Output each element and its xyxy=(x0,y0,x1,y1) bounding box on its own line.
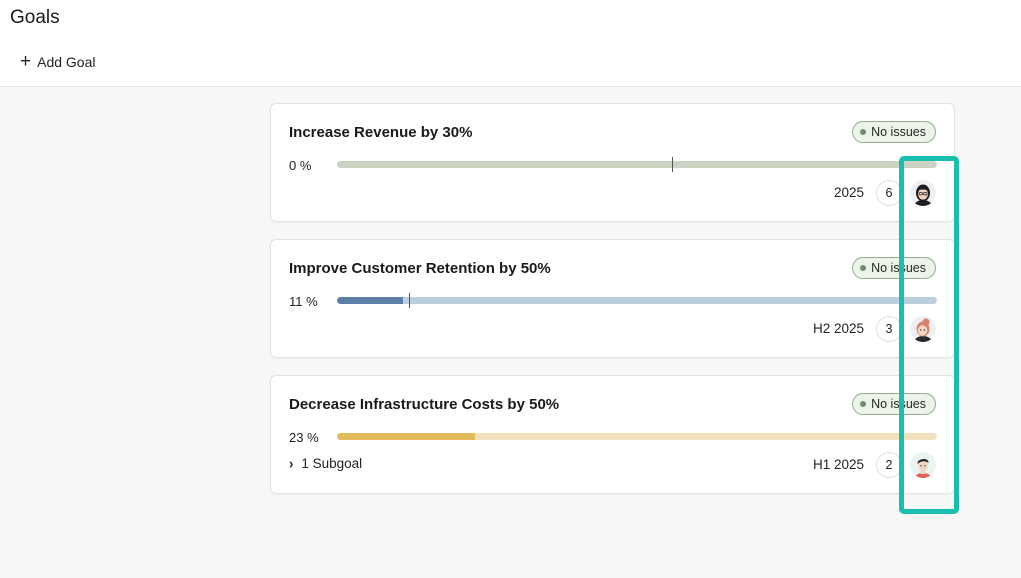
progress-bar xyxy=(337,297,937,304)
goal-card[interactable]: Decrease Infrastructure Costs by 50% No … xyxy=(270,375,955,494)
progress-bar xyxy=(337,433,937,440)
status-label: No issues xyxy=(871,125,926,139)
goal-title[interactable]: Improve Customer Retention by 50% xyxy=(289,260,551,277)
goal-period: H1 2025 xyxy=(812,457,864,472)
subitem-count[interactable]: 2 xyxy=(876,452,902,478)
chevron-right-icon: › xyxy=(289,455,294,472)
subitem-count[interactable]: 6 xyxy=(876,180,902,206)
goal-card[interactable]: Increase Revenue by 30% No issues 0 % 20… xyxy=(270,103,955,222)
status-dot-icon xyxy=(860,265,867,271)
progress-fill xyxy=(337,297,403,304)
goal-title[interactable]: Increase Revenue by 30% xyxy=(289,124,472,141)
progress-percent: 23 % xyxy=(289,430,319,445)
plus-icon: + xyxy=(20,50,32,72)
status-badge: No issues xyxy=(852,257,936,279)
top-bar: Goals + Add Goal xyxy=(0,0,1021,87)
status-badge: No issues xyxy=(852,121,936,143)
expected-progress-marker xyxy=(672,157,673,172)
subitem-count[interactable]: 3 xyxy=(876,316,902,342)
status-dot-icon xyxy=(860,129,867,135)
expected-progress-marker xyxy=(409,293,410,308)
goal-period: H2 2025 xyxy=(812,321,864,336)
status-badge: No issues xyxy=(852,393,936,415)
progress-bar xyxy=(337,161,937,168)
goal-card[interactable]: Improve Customer Retention by 50% No iss… xyxy=(270,239,955,358)
avatar-woman-red-bun-icon[interactable] xyxy=(910,316,936,342)
avatar-woman-dark-hair-glasses-icon[interactable] xyxy=(910,180,936,206)
status-label: No issues xyxy=(871,397,926,411)
status-dot-icon xyxy=(860,401,867,407)
progress-percent: 0 % xyxy=(289,158,312,173)
progress-percent: 11 % xyxy=(289,294,318,309)
page-title: Goals xyxy=(10,7,60,28)
add-goal-label: Add Goal xyxy=(37,54,96,70)
progress-fill xyxy=(337,433,475,440)
avatar-man-dark-hair-icon[interactable] xyxy=(910,452,936,478)
goal-title[interactable]: Decrease Infrastructure Costs by 50% xyxy=(289,396,559,413)
goal-period: 2025 xyxy=(833,185,864,200)
subgoal-label: 1 Subgoal xyxy=(301,456,363,471)
status-label: No issues xyxy=(871,261,926,275)
subgoal-toggle[interactable]: › 1 Subgoal xyxy=(289,455,363,472)
add-goal-button[interactable]: + Add Goal xyxy=(14,50,101,74)
